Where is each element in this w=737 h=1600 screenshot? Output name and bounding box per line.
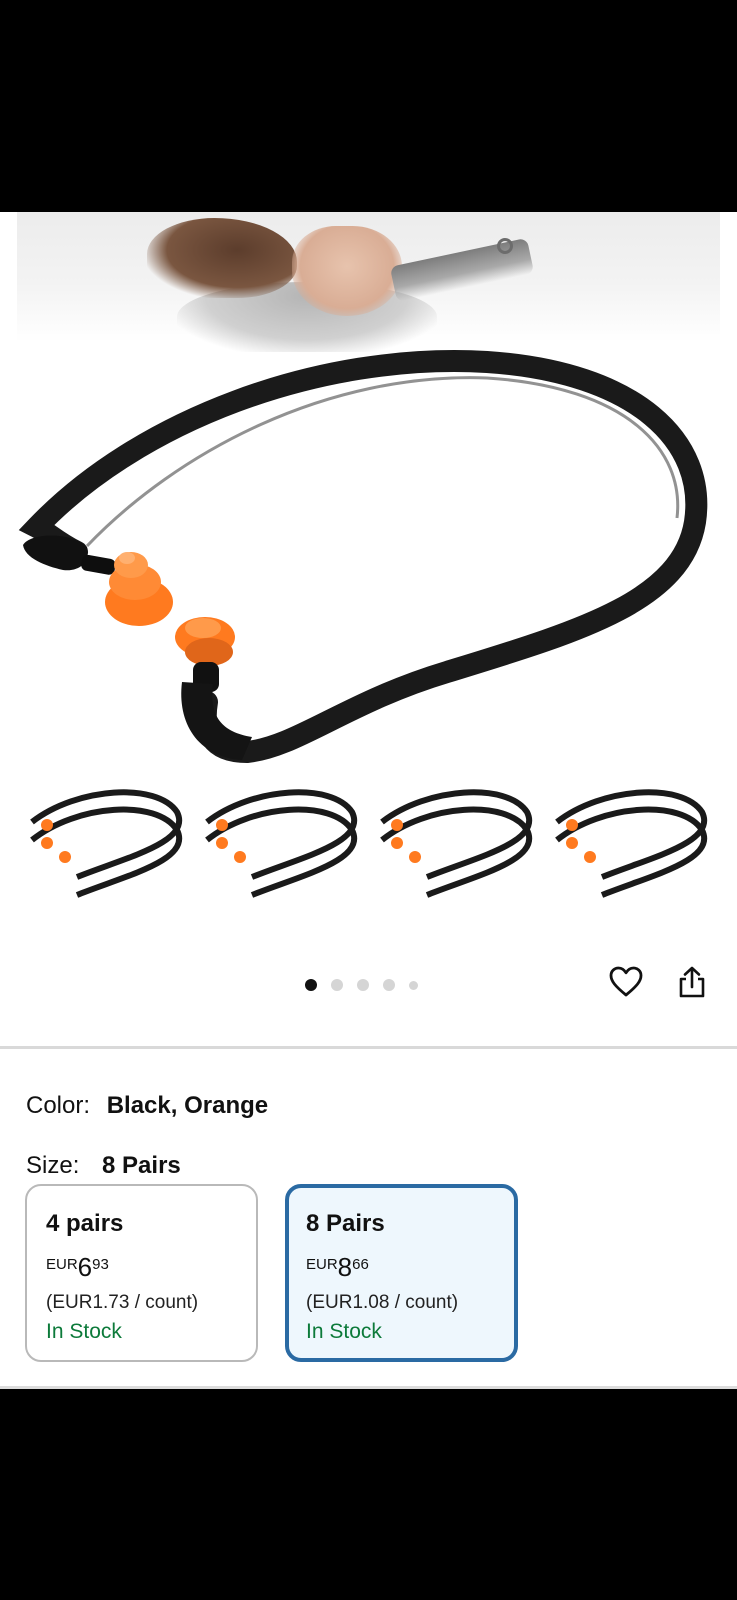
heart-icon xyxy=(609,966,643,997)
option-name: 4 pairs xyxy=(46,1210,124,1237)
size-option-4-pairs[interactable]: 4 pairs EUR 6 93 (EUR1.73 / count) In St… xyxy=(25,1184,258,1362)
product-image-gallery[interactable] xyxy=(17,212,720,912)
price-whole: 6 xyxy=(77,1252,93,1282)
favorite-button[interactable] xyxy=(606,962,646,1002)
size-option-8-pairs[interactable]: 8 Pairs EUR 8 66 (EUR1.08 / count) In St… xyxy=(285,1184,518,1362)
usage-banner-image xyxy=(17,212,720,352)
pagination-dot-5[interactable] xyxy=(409,980,418,990)
price-currency: EUR xyxy=(46,1256,78,1273)
variant-pack-images xyxy=(30,789,708,898)
pagination-dot-4[interactable] xyxy=(383,979,395,991)
option-price: EUR 8 66 xyxy=(306,1252,514,1282)
stock-status: In Stock xyxy=(46,1320,122,1343)
pagination-dot-2[interactable] xyxy=(331,979,343,991)
price-fraction: 93 xyxy=(92,1256,109,1273)
color-value: Black, Orange xyxy=(106,1092,269,1119)
option-name: 8 Pairs xyxy=(306,1210,385,1237)
share-icon xyxy=(679,966,705,998)
unit-price: (EUR1.08 / count) xyxy=(306,1292,459,1313)
image-pagination-dots[interactable] xyxy=(305,979,418,991)
pagination-dot-3[interactable] xyxy=(357,979,369,991)
section-divider xyxy=(0,1386,737,1389)
option-price: EUR 6 93 xyxy=(46,1252,256,1282)
section-divider xyxy=(0,1046,737,1049)
unit-price: (EUR1.73 / count) xyxy=(46,1292,199,1313)
color-label: Color: xyxy=(26,1092,91,1119)
price-currency: EUR xyxy=(306,1256,338,1273)
color-selection: Color: Black, Orange xyxy=(26,1092,268,1120)
price-whole: 8 xyxy=(337,1252,353,1282)
earplug-headband-image xyxy=(18,350,708,764)
stock-status: In Stock xyxy=(306,1320,382,1343)
size-label: Size: xyxy=(26,1152,80,1179)
size-selection: Size: 8 Pairs xyxy=(26,1152,181,1180)
share-button[interactable] xyxy=(672,962,712,1002)
price-fraction: 66 xyxy=(352,1256,369,1273)
product-page: Color: Black, Orange Size: 8 Pairs 4 pai… xyxy=(0,212,737,1389)
size-value: 8 Pairs xyxy=(102,1152,181,1179)
pagination-dot-1[interactable] xyxy=(305,979,317,991)
